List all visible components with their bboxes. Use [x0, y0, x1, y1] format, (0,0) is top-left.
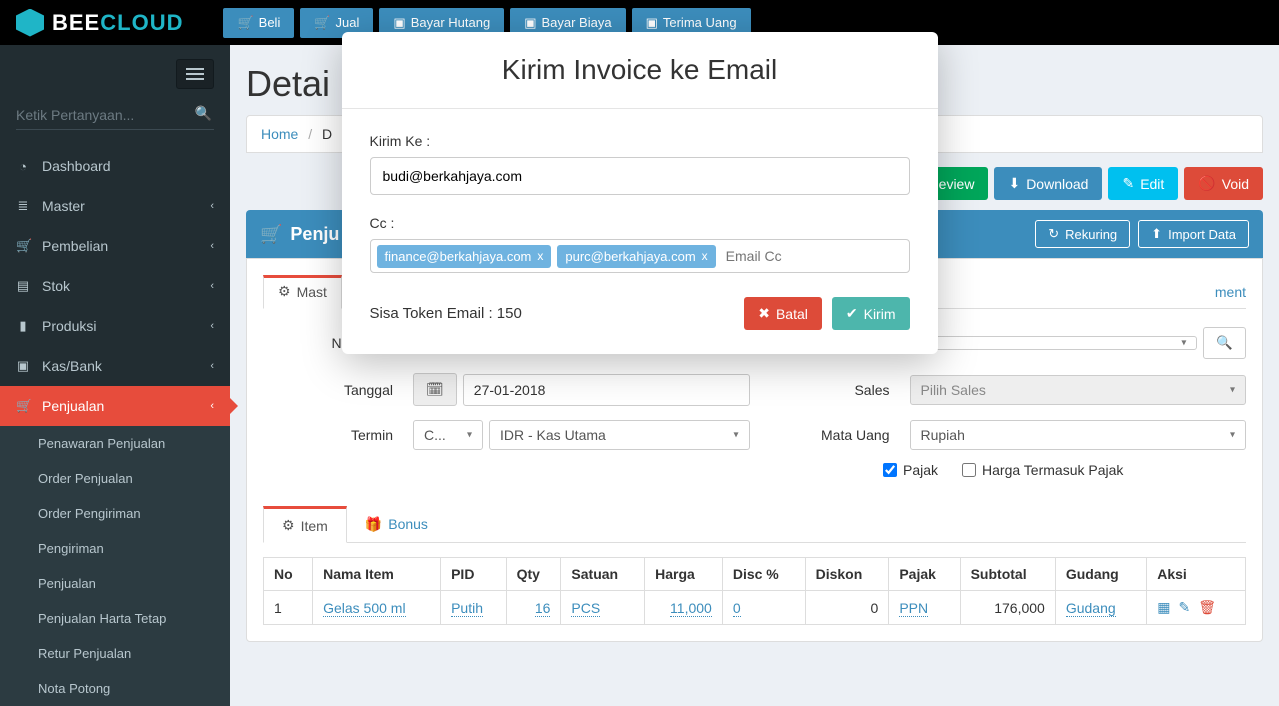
label-kirim-ke: Kirim Ke : — [370, 133, 910, 149]
kirim-button[interactable]: ✔ Kirim — [832, 297, 910, 330]
email-invoice-modal: Kirim Invoice ke Email Kirim Ke : Cc : f… — [342, 32, 938, 354]
remove-tag-icon[interactable]: x — [702, 249, 708, 263]
cc-tag: purc@berkahjaya.comx — [557, 245, 715, 268]
token-count-text: Sisa Token Email : 150 — [370, 305, 522, 322]
remove-tag-icon[interactable]: x — [537, 249, 543, 263]
label-cc: Cc : — [370, 215, 910, 231]
cc-tags-input[interactable]: finance@berkahjaya.comx purc@berkahjaya.… — [370, 239, 910, 273]
modal-title: Kirim Invoice ke Email — [342, 32, 938, 109]
cc-input[interactable] — [722, 244, 903, 268]
cc-tag: finance@berkahjaya.comx — [377, 245, 552, 268]
batal-button[interactable]: ✖ Batal — [744, 297, 822, 330]
kirim-ke-input[interactable] — [370, 157, 910, 195]
